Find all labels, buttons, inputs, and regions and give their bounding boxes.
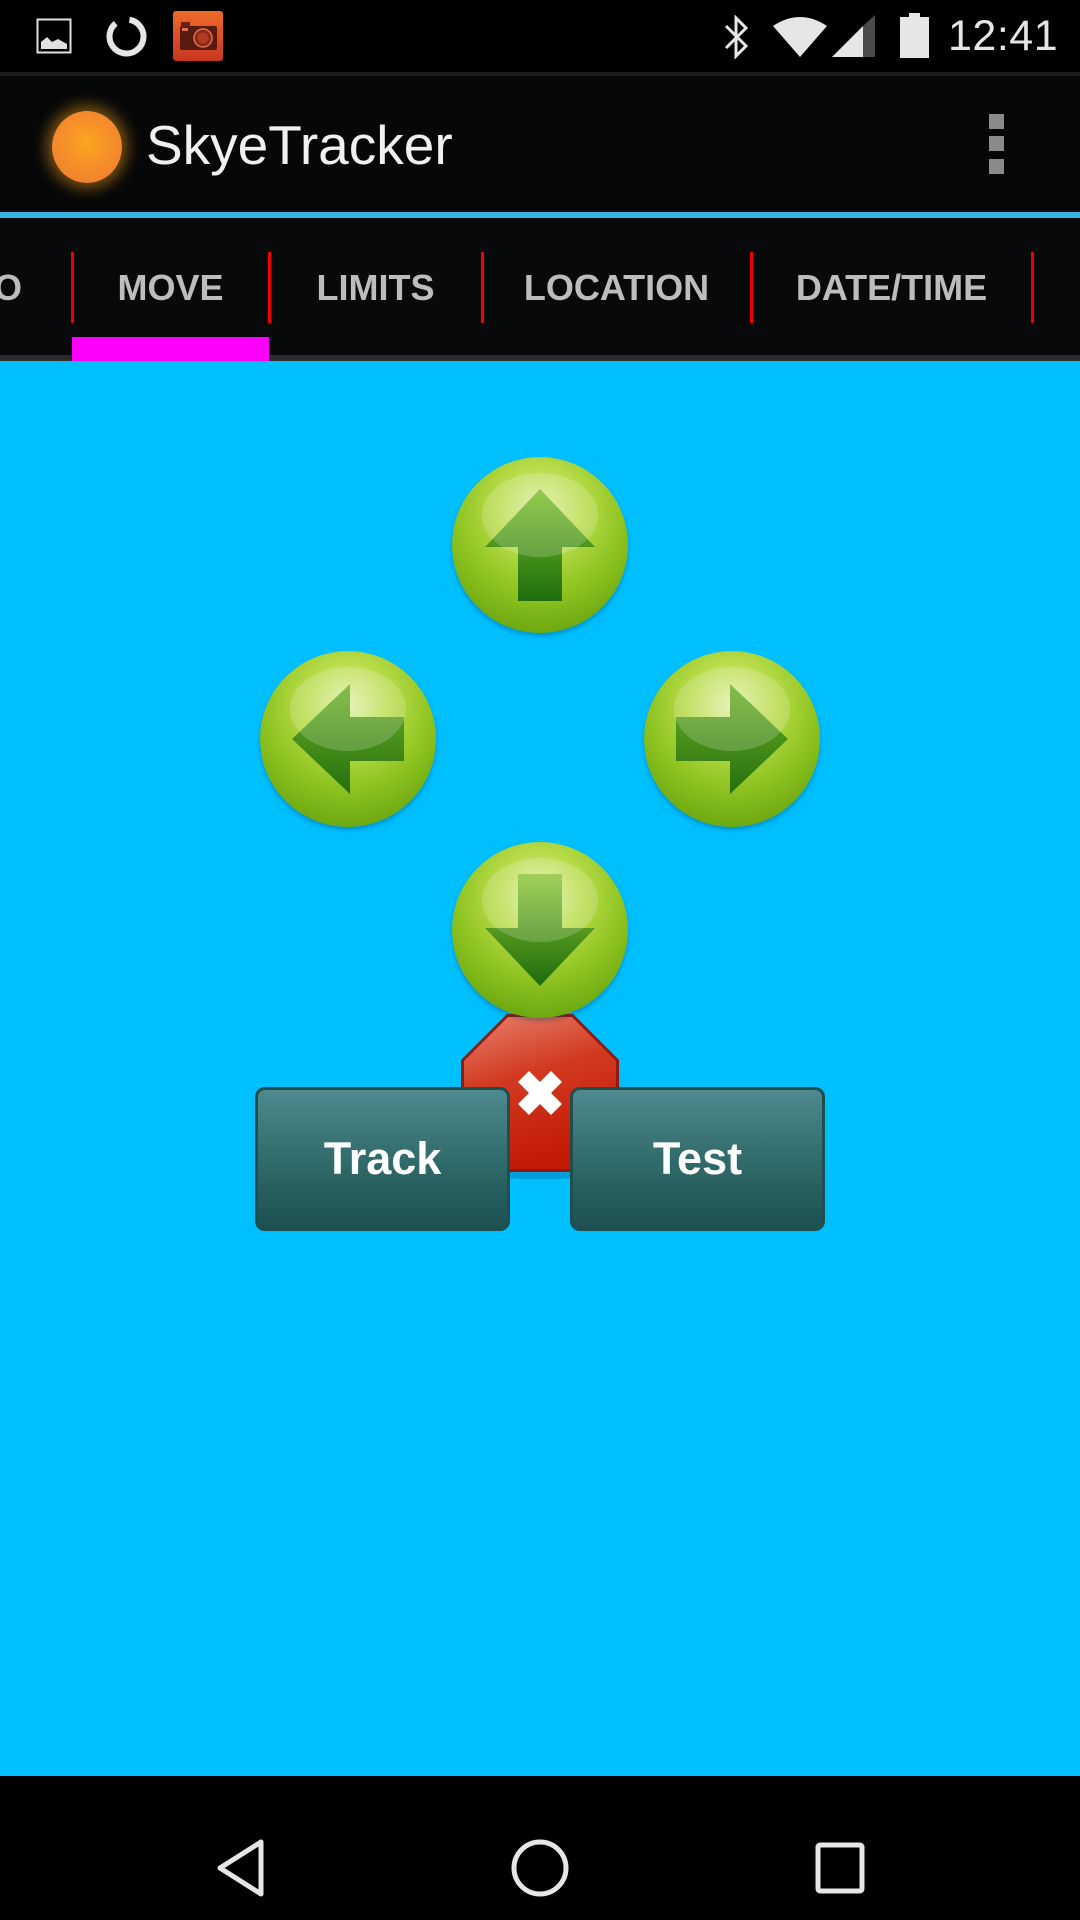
tab-label: MOVE bbox=[117, 267, 224, 308]
cellular-signal-icon bbox=[832, 15, 875, 57]
arrow-left-icon bbox=[290, 667, 406, 794]
arrow-down-icon bbox=[482, 858, 598, 986]
back-button[interactable] bbox=[185, 1796, 295, 1900]
navigation-bar bbox=[0, 1776, 1080, 1920]
recents-icon bbox=[815, 1842, 865, 1894]
gallery-image-icon bbox=[36, 18, 72, 54]
tab-separator bbox=[1031, 252, 1034, 323]
orange-sun-icon bbox=[52, 111, 122, 183]
tab-info[interactable]: O bbox=[0, 218, 72, 355]
test-button[interactable]: Test bbox=[570, 1087, 825, 1231]
recents-button[interactable] bbox=[785, 1796, 895, 1900]
selected-tab-indicator bbox=[72, 337, 269, 361]
sync-icon bbox=[106, 16, 147, 57]
tab-label: O bbox=[0, 267, 22, 308]
tab-limits[interactable]: LIMITS bbox=[269, 218, 482, 355]
back-icon bbox=[217, 1839, 264, 1897]
arrow-right-icon bbox=[674, 667, 790, 794]
overflow-menu-button[interactable] bbox=[976, 104, 1018, 186]
tab-label: DATE/TIME bbox=[795, 267, 988, 308]
wifi-icon bbox=[773, 17, 827, 57]
move-down-button[interactable] bbox=[452, 842, 628, 1018]
home-button[interactable] bbox=[485, 1796, 595, 1900]
tab-date-time[interactable]: DATE/TIME bbox=[751, 218, 1032, 355]
move-right-button[interactable] bbox=[644, 651, 820, 827]
bluetooth-icon bbox=[724, 14, 749, 60]
arrow-up-icon bbox=[482, 473, 598, 601]
app-title: SkyeTracker bbox=[146, 114, 453, 176]
battery-icon bbox=[900, 13, 929, 58]
tab-label: LIMITS bbox=[316, 267, 435, 308]
status-bar: 12:41 bbox=[0, 0, 1080, 72]
move-panel: Track Test bbox=[0, 361, 1080, 1776]
overflow-menu-icon bbox=[989, 114, 1004, 129]
tab-label: LOCATION bbox=[523, 267, 710, 308]
tab-bar: O MOVE LIMITS LOCATION DATE/TIME bbox=[0, 218, 1080, 361]
overflow-menu-icon-dot bbox=[989, 159, 1004, 174]
move-left-button[interactable] bbox=[260, 651, 436, 827]
track-button[interactable]: Track bbox=[255, 1087, 510, 1231]
tab-location[interactable]: LOCATION bbox=[482, 218, 751, 355]
move-up-button[interactable] bbox=[452, 457, 628, 633]
status-time: 12:41 bbox=[948, 12, 1059, 60]
overflow-menu-icon-dot bbox=[989, 136, 1004, 151]
home-icon bbox=[511, 1839, 569, 1897]
camera-app-icon bbox=[173, 11, 223, 61]
tab-move[interactable]: MOVE bbox=[72, 218, 269, 355]
